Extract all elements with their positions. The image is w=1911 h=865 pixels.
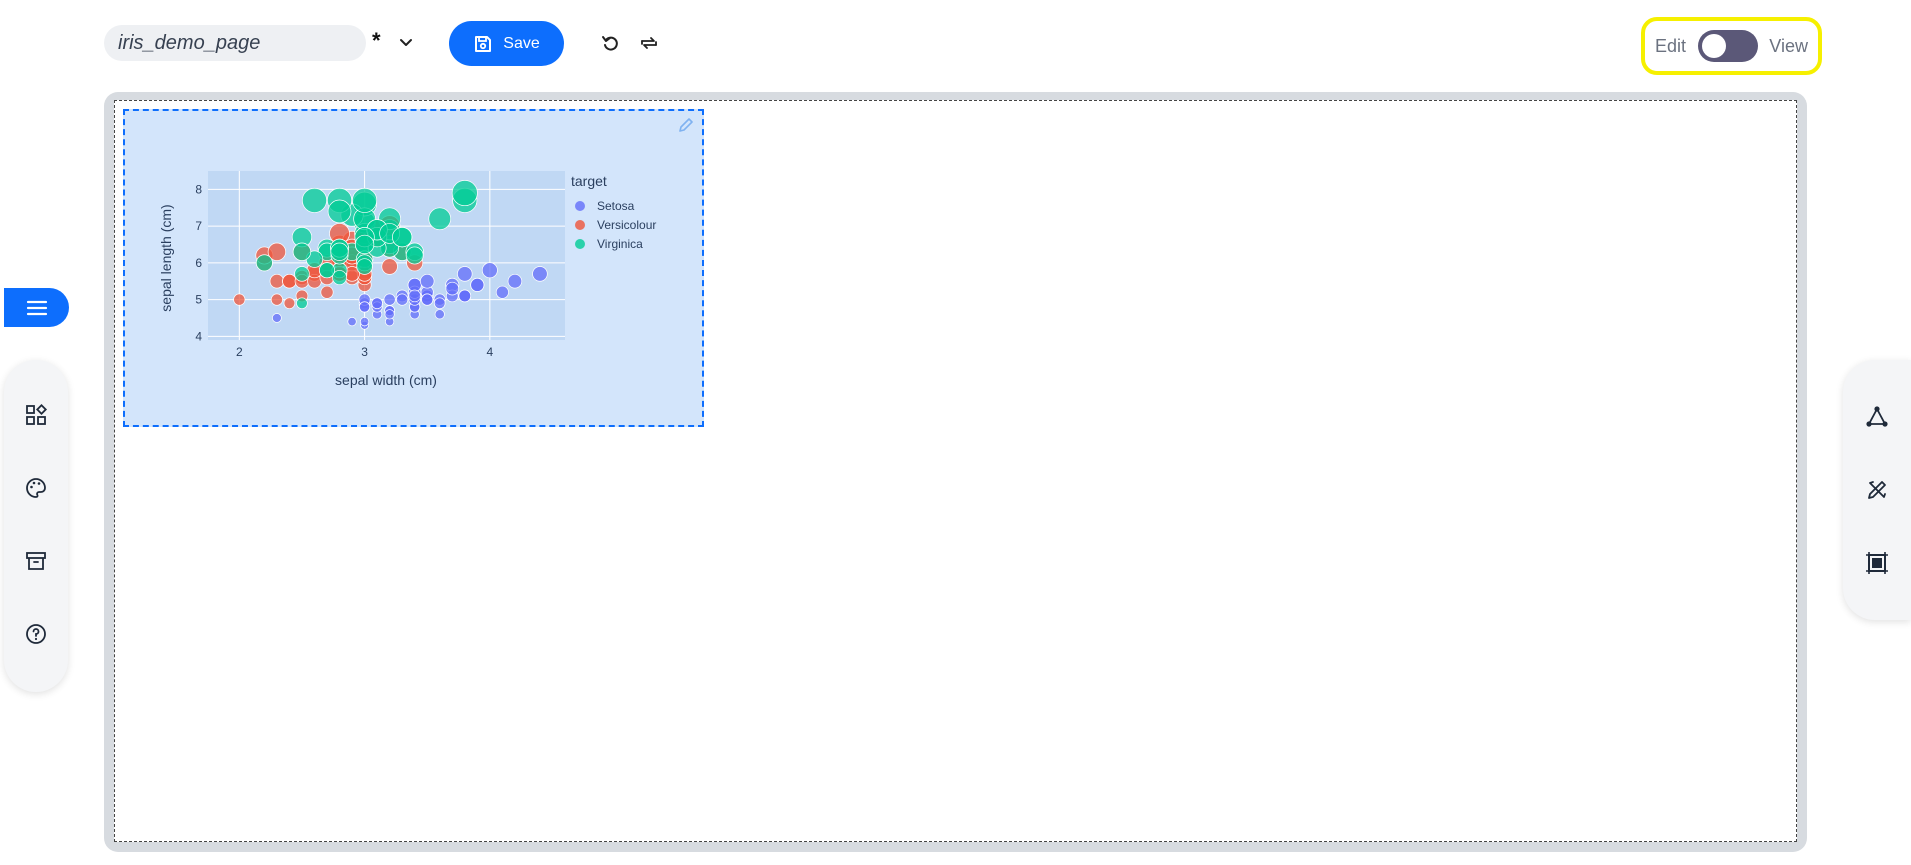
page-name-input[interactable]: [104, 25, 366, 61]
scatter-point: [384, 309, 395, 320]
scatter-point: [319, 262, 335, 279]
scatter-point: [320, 285, 334, 299]
legend-item-label: Setosa: [597, 199, 635, 213]
scatter-point: [283, 297, 296, 310]
scatter-point: [383, 293, 396, 306]
refresh-icon[interactable]: [638, 32, 660, 54]
components-button[interactable]: [4, 390, 68, 440]
scatter-point: [451, 180, 478, 207]
scatter-point: [294, 266, 310, 282]
scatter-point: [282, 273, 297, 289]
scatter-point: [457, 266, 473, 282]
y-tick-label: 4: [195, 329, 202, 343]
save-button-label: Save: [503, 34, 540, 52]
scatter-point: [445, 281, 460, 296]
scatter-point: [495, 285, 509, 299]
scatter-point: [434, 309, 445, 320]
scatter-point: [428, 207, 452, 231]
right-tool-rail: [1843, 360, 1911, 620]
x-axis-label: sepal width (cm): [335, 372, 437, 388]
help-button[interactable]: [4, 609, 68, 659]
scatter-point: [354, 234, 375, 255]
legend-swatch: [575, 201, 585, 211]
y-tick-label: 8: [195, 182, 202, 196]
hamburger-icon: [26, 300, 47, 315]
y-axis-label: sepal length (cm): [158, 204, 174, 311]
legend-swatch: [575, 239, 585, 249]
page-canvas[interactable]: 2 3 4 4 5 6 7 8 sepal width (cm) sepal length (…: [114, 100, 1797, 842]
frame-icon: [1866, 552, 1888, 574]
palette-icon: [26, 478, 46, 498]
scatter-point: [421, 293, 434, 306]
scatter-point: [396, 293, 409, 306]
scatter-point: [233, 293, 246, 306]
archive-icon: [26, 552, 46, 570]
scatter-point: [433, 297, 446, 310]
scatter-point: [330, 242, 349, 261]
scatter-point: [419, 273, 435, 289]
y-tick-label: 5: [195, 293, 202, 307]
mode-view-label: View: [1769, 35, 1808, 56]
mode-edit-label: Edit: [1655, 35, 1687, 56]
scatter-point: [470, 277, 485, 292]
scatter-point: [301, 187, 327, 213]
unsaved-indicator: *: [372, 28, 381, 53]
design-tools-icon: [1868, 481, 1886, 499]
scatter-point: [352, 187, 378, 213]
scatter-point: [272, 313, 282, 323]
menu-button[interactable]: [4, 288, 69, 327]
scatter-point: [359, 301, 371, 313]
legend-item-label: Virginica: [597, 237, 643, 251]
scatter-point: [255, 254, 273, 272]
legend-swatch: [575, 220, 585, 230]
legend-item-label: Versicolour: [597, 218, 656, 232]
x-tick-label: 4: [486, 345, 493, 359]
scatter-point: [347, 317, 357, 327]
scatter-point: [405, 246, 424, 265]
mode-toggle-group: Edit View: [1641, 17, 1822, 75]
x-tick-label: 3: [361, 345, 368, 359]
scatter-chart: 2 3 4 4 5 6 7 8 sepal width (cm) sepal length (…: [158, 171, 656, 388]
scatter-point: [458, 289, 472, 303]
scatter-point: [371, 297, 383, 310]
scatter-point: [532, 266, 548, 282]
scatter-point: [507, 273, 523, 289]
legend-title: target: [571, 173, 607, 189]
scatter-point: [359, 317, 370, 327]
archive-button[interactable]: [4, 536, 68, 586]
x-tick-label: 2: [236, 345, 243, 359]
save-icon: [475, 35, 492, 52]
components-icon: [26, 403, 48, 425]
scatter-point: [292, 242, 312, 261]
scatter-point: [270, 293, 283, 306]
scatter-point: [356, 258, 373, 275]
scatter-point: [481, 262, 498, 279]
scatter-point: [392, 227, 413, 248]
save-button[interactable]: Save: [449, 21, 564, 66]
y-tick-label: 6: [195, 256, 202, 270]
page-canvas-frame: 2 3 4 4 5 6 7 8 sepal width (cm) sepal length (…: [104, 92, 1807, 852]
scatter-point: [296, 297, 308, 310]
chevron-down-icon[interactable]: [396, 32, 416, 52]
scatter-point: [327, 199, 352, 224]
edit-view-switch[interactable]: [1697, 30, 1758, 62]
data-sources-button[interactable]: [1843, 392, 1911, 442]
undo-icon[interactable]: [600, 32, 622, 54]
scatter-point: [381, 258, 398, 275]
graph-icon: [1866, 406, 1888, 427]
frame-button[interactable]: [1843, 538, 1911, 588]
scatter-point: [408, 289, 421, 303]
top-toolbar: * Save Edit View: [0, 0, 1911, 90]
theme-button[interactable]: [4, 463, 68, 513]
switch-knob: [1701, 34, 1726, 58]
scatter-point: [269, 273, 285, 289]
y-tick-label: 7: [195, 219, 202, 233]
chart-widget[interactable]: 2 3 4 4 5 6 7 8 sepal width (cm) sepal length (…: [123, 109, 704, 427]
scatter-point: [407, 277, 422, 292]
design-tools-button[interactable]: [1843, 465, 1911, 515]
left-tool-rail: [4, 360, 68, 692]
help-icon: [26, 624, 46, 644]
